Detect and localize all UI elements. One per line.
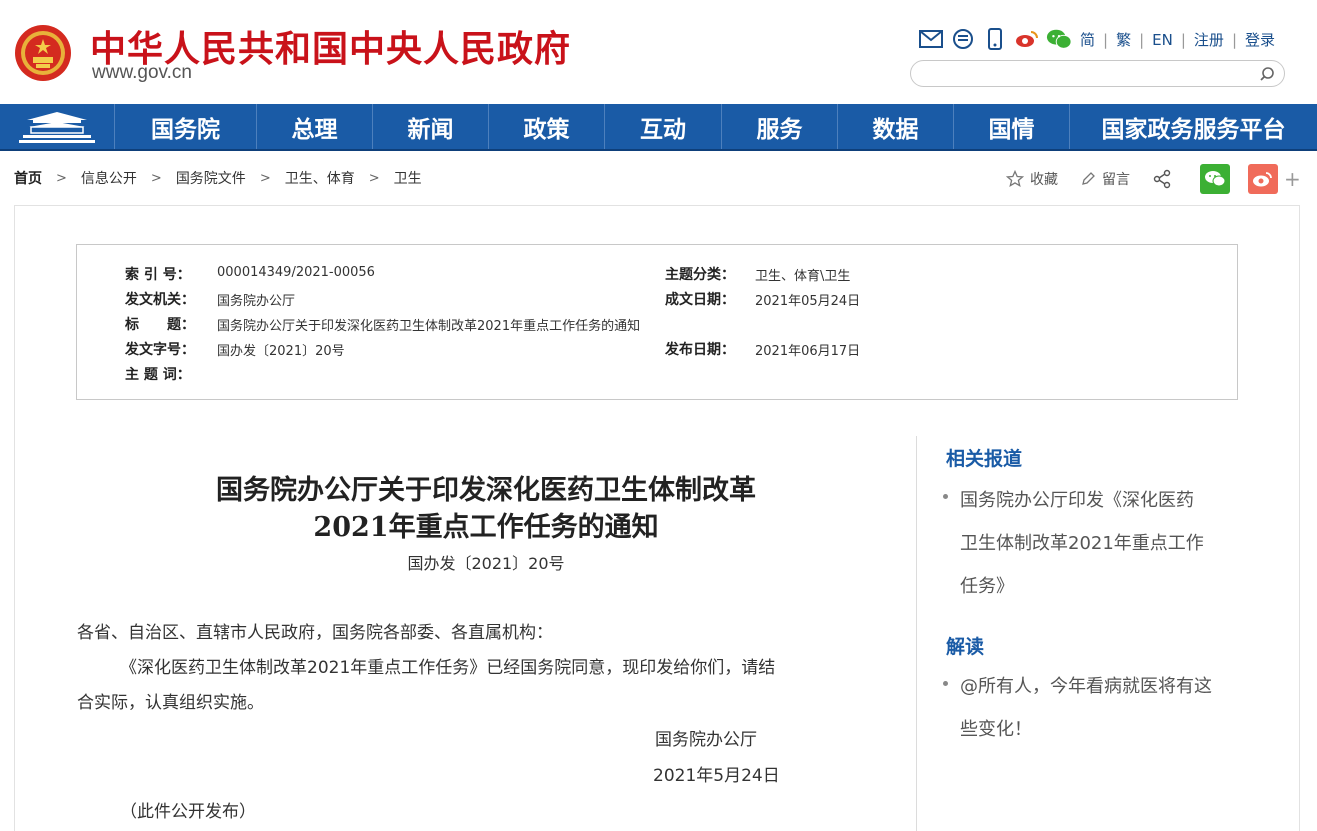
comment-label: 留言 [1102,172,1130,188]
doc-number-label: 发文字号： [125,342,195,358]
document-title: 国务院办公厅关于印发深化医药卫生体制改革 2021年重点工作任务的通知 [76,472,896,546]
nav-home[interactable] [0,104,114,149]
index-number-label: 索 引 号： [125,267,191,283]
issuer-label: 发文机关： [125,292,195,308]
nav-item-interaction[interactable]: 互动 [604,104,721,149]
nav-item-services[interactable]: 服务 [721,104,837,149]
sign-date: 2021年5月24日 [653,766,780,786]
nav-item-policy[interactable]: 政策 [488,104,604,149]
publish-date-label: 发布日期： [665,342,735,358]
favorite-label: 收藏 [1030,172,1058,188]
related-report-line3[interactable]: 任务》 [960,565,1240,608]
rss-icon[interactable] [950,27,976,51]
topic-label: 主题分类： [665,267,735,283]
tiananmen-icon [19,111,95,143]
site-url[interactable]: www.gov.cn [92,62,192,84]
breadcrumb-home[interactable]: 首页 [14,168,42,188]
date-made-label: 成文日期： [665,292,735,308]
register-link[interactable]: 注册 [1194,29,1224,50]
lang-english-link[interactable]: EN [1152,31,1173,49]
breadcrumb: 首页 > 信息公开 > 国务院文件 > 卫生、体育 > 卫生 [14,168,422,188]
body-paragraph-line2: 合实际，认真组织实施。 [77,693,264,713]
document-number: 国办发〔2021〕20号 [407,554,565,573]
breadcrumb-state-council-documents[interactable]: 国务院文件 [176,168,246,188]
document-title-line1: 国务院办公厅关于印发深化医药卫生体制改革 [216,475,756,506]
date-made-value: 2021年05月24日 [755,294,861,309]
wechat-icon [1205,171,1226,187]
interpretation-heading: 解读 [946,636,985,658]
main-nav: 国务院 总理 新闻 政策 互动 服务 数据 国情 国家政务服务平台 [0,104,1317,151]
related-reports-heading: 相关报道 [946,448,1023,470]
related-report-line1[interactable]: 国务院办公厅印发《深化医药 [960,479,1240,522]
nav-item-national-info[interactable]: 国情 [953,104,1069,149]
lang-simplified-link[interactable]: 简 [1080,29,1095,50]
related-report-link[interactable]: 国务院办公厅印发《深化医药 卫生体制改革2021年重点工作 任务》 [960,479,1240,608]
interpretation-line1[interactable]: @所有人，今年看病就医将有这 [960,665,1240,708]
chevron-right-icon: > [56,170,67,186]
favorite-button[interactable]: 收藏 [1006,169,1058,189]
search-box [910,60,1285,87]
issuer-value: 国务院办公厅 [217,294,296,309]
nav-item-news[interactable]: 新闻 [372,104,488,149]
document-info-table: 索 引 号： 000014349/2021-00056 主题分类： 卫生、体育\… [76,244,1238,400]
wechat-share-button[interactable] [1200,164,1230,194]
signature: 国务院办公厅 [655,730,757,750]
separator: | [1139,30,1145,49]
document-title-line2: 2021年重点工作任务的通知 [313,512,659,543]
nav-item-gov-service-platform[interactable]: 国家政务服务平台 [1069,104,1317,149]
breadcrumb-health-sports[interactable]: 卫生、体育 [285,168,355,188]
title-label: 标 题： [125,317,195,333]
site-header: 中华人民共和国中央人民政府 www.gov.cn 简 | 繁 | EN | 注册… [0,0,1317,104]
publication-note: （此件公开发布） [120,802,256,822]
interpretation-link[interactable]: @所有人，今年看病就医将有这 些变化！ [960,665,1240,751]
chevron-right-icon: > [368,170,380,186]
breadcrumb-info-disclosure[interactable]: 信息公开 [81,168,137,188]
bullet-icon [943,681,948,686]
search-icon[interactable] [1259,66,1275,82]
mail-icon[interactable] [918,27,944,51]
pencil-icon [1082,172,1095,185]
login-link[interactable]: 登录 [1245,29,1275,50]
chevron-right-icon: > [259,170,271,186]
separator: | [1231,30,1237,49]
national-emblem-icon[interactable] [14,24,72,82]
bullet-icon [943,494,948,499]
nav-item-premier[interactable]: 总理 [256,104,372,149]
share-bar: 收藏 留言 + [1006,164,1301,194]
share-icon [1153,169,1171,189]
keywords-label: 主 题 词： [125,367,191,383]
separator: | [1180,30,1186,49]
content-divider [916,436,917,831]
weibo-icon [1253,172,1272,187]
language-links: 简 | 繁 | EN | 注册 | 登录 [1080,29,1275,50]
topic-value: 卫生、体育\卫生 [755,269,851,284]
weibo-share-button[interactable] [1248,164,1278,194]
comment-button[interactable]: 留言 [1080,169,1130,189]
index-number-value: 000014349/2021-00056 [217,265,375,280]
salutation: 各省、自治区、直辖市人民政府，国务院各部委、各直属机构： [77,623,553,643]
more-share-button[interactable]: + [1284,167,1301,191]
title-value: 国务院办公厅关于印发深化医药卫生体制改革2021年重点工作任务的通知 [217,319,641,334]
separator: | [1103,30,1109,49]
nav-item-data[interactable]: 数据 [837,104,953,149]
wechat-icon[interactable] [1046,27,1072,51]
top-icons [918,26,1078,52]
related-report-line2[interactable]: 卫生体制改革2021年重点工作 [960,522,1240,565]
search-input[interactable] [923,61,1253,86]
star-icon [1006,170,1024,188]
interpretation-line2[interactable]: 些变化！ [960,708,1240,751]
lang-traditional-link[interactable]: 繁 [1116,29,1131,50]
mobile-icon[interactable] [982,27,1008,51]
publish-date-value: 2021年06月17日 [755,344,861,359]
breadcrumb-health[interactable]: 卫生 [394,168,422,188]
nav-item-state-council[interactable]: 国务院 [114,104,256,149]
share-button[interactable] [1152,169,1178,189]
body-paragraph-line1: 《深化医药卫生体制改革2021年重点工作任务》已经国务院同意，现印发给你们，请结 [120,658,776,678]
weibo-icon[interactable] [1014,27,1040,51]
doc-number-value: 国办发〔2021〕20号 [217,344,345,359]
chevron-right-icon: > [150,170,162,186]
